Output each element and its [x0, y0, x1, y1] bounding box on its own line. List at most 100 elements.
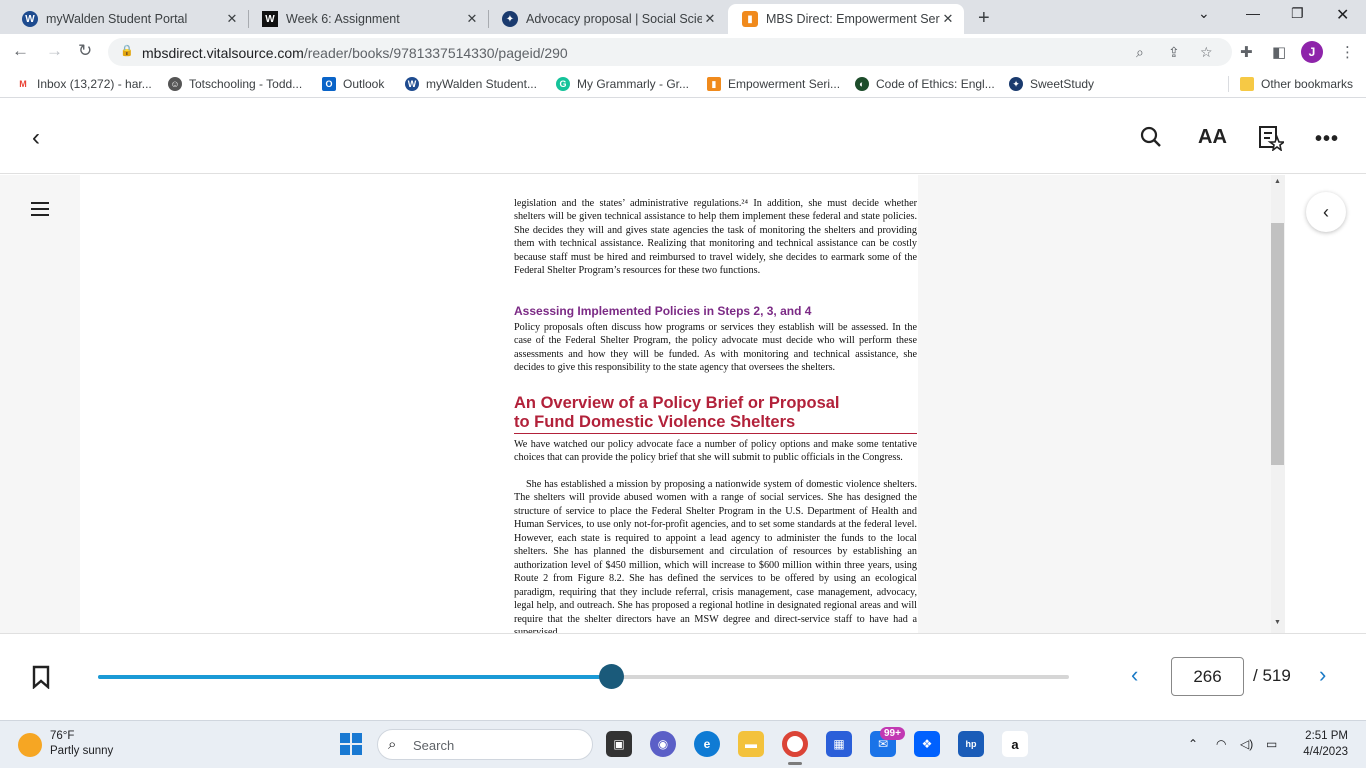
- task-view-icon[interactable]: ▣: [606, 731, 632, 757]
- side-panel-icon[interactable]: ◧: [1272, 43, 1286, 61]
- url-host: mbsdirect.vitalsource.com: [142, 45, 304, 61]
- tab-search-icon[interactable]: ⌄: [1198, 5, 1210, 22]
- book-page: legislation and the states’ administrati…: [80, 175, 918, 633]
- start-windows-icon[interactable]: [340, 733, 362, 755]
- right-gutter: [918, 175, 1271, 633]
- windows-taskbar: [0, 720, 1366, 768]
- temperature: 76°F: [50, 730, 75, 742]
- profile-avatar[interactable]: J: [1301, 41, 1323, 63]
- hp-icon[interactable]: hp: [958, 731, 984, 757]
- chapter-heading: An Overview of a Policy Brief or Proposa…: [514, 394, 917, 434]
- folder-icon: [1240, 77, 1254, 91]
- more-options-icon[interactable]: •••: [1315, 128, 1339, 151]
- active-app-indicator: [788, 762, 802, 765]
- lock-icon: 🔒: [120, 45, 134, 57]
- mbs-icon: ▮: [707, 77, 721, 91]
- tab-week6[interactable]: W Week 6: Assignment ✕: [248, 4, 488, 34]
- next-page-icon[interactable]: ›: [1319, 662, 1326, 688]
- close-window-button[interactable]: ✕: [1336, 5, 1349, 25]
- previous-page-icon[interactable]: ‹: [1131, 662, 1138, 688]
- mail-badge: 99+: [880, 727, 905, 740]
- totschooling-icon: ☺: [168, 77, 182, 91]
- reader-back-icon[interactable]: ‹: [32, 124, 40, 152]
- microsoft-store-icon[interactable]: ▦: [826, 731, 852, 757]
- zoom-icon[interactable]: ⌕: [1136, 44, 1144, 61]
- url-path: /reader/books/9781337514330/pageid/290: [303, 45, 568, 61]
- volume-icon[interactable]: ◁): [1240, 737, 1253, 751]
- nasw-icon: ◐: [855, 77, 869, 91]
- bookmark-empowerment[interactable]: ▮ Empowerment Seri...: [707, 77, 840, 91]
- walden-icon: W: [22, 11, 38, 27]
- extensions-icon[interactable]: ✚: [1240, 43, 1253, 61]
- new-tab-button[interactable]: +: [978, 7, 990, 30]
- text-size-icon[interactable]: AA: [1198, 126, 1227, 149]
- other-bookmarks[interactable]: Other bookmarks: [1240, 77, 1353, 91]
- close-icon[interactable]: ✕: [464, 11, 480, 27]
- paragraph-4: She has established a mission by proposi…: [514, 479, 917, 633]
- paragraph-2: Policy proposals often discuss how progr…: [514, 322, 917, 374]
- amazon-icon[interactable]: a: [1002, 731, 1028, 757]
- bookmark-totschooling[interactable]: ☺ Totschooling - Todd...: [168, 77, 302, 91]
- close-icon[interactable]: ✕: [702, 11, 718, 27]
- bookmarks-divider: [1228, 76, 1229, 92]
- notes-star-icon[interactable]: [1258, 125, 1287, 154]
- close-icon[interactable]: ✕: [940, 11, 956, 27]
- page-number-input[interactable]: 266: [1171, 657, 1244, 696]
- left-gutter: [0, 175, 80, 633]
- tab-mbs-direct[interactable]: ▮ MBS Direct: Empowerment Series ✕: [728, 4, 964, 34]
- chrome-icon[interactable]: [782, 731, 808, 757]
- paragraph-3: We have watched our policy advocate face…: [514, 439, 917, 464]
- bookmark-outlook[interactable]: O Outlook: [322, 77, 384, 91]
- walden-icon: W: [405, 77, 419, 91]
- bookmark-sweetstudy[interactable]: ✦ SweetStudy: [1009, 77, 1094, 91]
- page-slider-handle[interactable]: [598, 664, 624, 689]
- share-icon[interactable]: ⇪: [1168, 44, 1180, 61]
- sweetstudy-icon: ✦: [502, 11, 518, 27]
- bookmark-gmail[interactable]: M Inbox (13,272) - har...: [16, 77, 151, 91]
- grammarly-icon: G: [556, 77, 570, 91]
- back-icon[interactable]: ←: [12, 41, 29, 61]
- weather-condition: Partly sunny: [50, 745, 114, 757]
- bookmark-code-of-ethics[interactable]: ◐ Code of Ethics: Engl...: [855, 77, 995, 91]
- total-pages: / 519: [1253, 666, 1291, 685]
- tab-mywalden[interactable]: W myWalden Student Portal ✕: [8, 4, 248, 34]
- tray-chevron-icon[interactable]: ⌃: [1188, 737, 1198, 751]
- battery-icon[interactable]: ▭: [1266, 737, 1277, 751]
- weather-widget[interactable]: 76°F Partly sunny: [18, 729, 113, 759]
- minimize-button[interactable]: —: [1246, 5, 1260, 21]
- scroll-down-arrow[interactable]: ▼: [1274, 619, 1281, 626]
- page-slider-fill: [98, 675, 611, 679]
- search-icon[interactable]: [1140, 126, 1162, 151]
- teams-chat-icon[interactable]: ◉: [650, 731, 676, 757]
- bookmark-icon[interactable]: [32, 665, 50, 692]
- mbs-icon: ▮: [742, 11, 758, 27]
- edge-icon[interactable]: e: [694, 731, 720, 757]
- search-icon: ⌕: [388, 736, 397, 753]
- address-bar[interactable]: 🔒 mbsdirect.vitalsource.com/reader/books…: [108, 38, 1232, 66]
- table-of-contents-icon[interactable]: [31, 200, 49, 221]
- close-icon[interactable]: ✕: [224, 11, 240, 27]
- collapse-panel-button[interactable]: ‹: [1306, 192, 1346, 232]
- bookmark-mywalden[interactable]: WmyWalden Student...: [405, 77, 537, 91]
- forward-icon[interactable]: →: [46, 41, 63, 61]
- menu-kebab-icon[interactable]: ⋮: [1340, 43, 1355, 61]
- star-icon[interactable]: ☆: [1200, 44, 1213, 61]
- file-explorer-icon[interactable]: ▬: [738, 731, 764, 757]
- partly-sunny-icon: [18, 733, 42, 757]
- sweetstudy-icon: ✦: [1009, 77, 1023, 91]
- system-clock[interactable]: 2:51 PM 4/4/2023: [1296, 728, 1348, 760]
- taskbar-search[interactable]: ⌕ Search: [377, 729, 593, 760]
- bookmark-grammarly[interactable]: G My Grammarly - Gr...: [556, 77, 689, 91]
- section-heading: Assessing Implemented Policies in Steps …: [514, 304, 812, 318]
- outlook-icon: O: [322, 77, 336, 91]
- scroll-up-arrow[interactable]: ▲: [1274, 178, 1281, 185]
- paragraph-1: legislation and the states’ administrati…: [514, 198, 917, 277]
- scrollbar-thumb[interactable]: [1271, 223, 1284, 465]
- wifi-icon[interactable]: ◠: [1216, 737, 1226, 751]
- reload-icon[interactable]: ↻: [78, 41, 92, 61]
- dropbox-icon[interactable]: ❖: [914, 731, 940, 757]
- restore-button[interactable]: ❐: [1291, 5, 1304, 22]
- walden-w-icon: W: [262, 11, 278, 27]
- tab-advocacy[interactable]: ✦ Advocacy proposal | Social Scienc ✕: [488, 4, 726, 34]
- gmail-icon: M: [19, 79, 27, 89]
